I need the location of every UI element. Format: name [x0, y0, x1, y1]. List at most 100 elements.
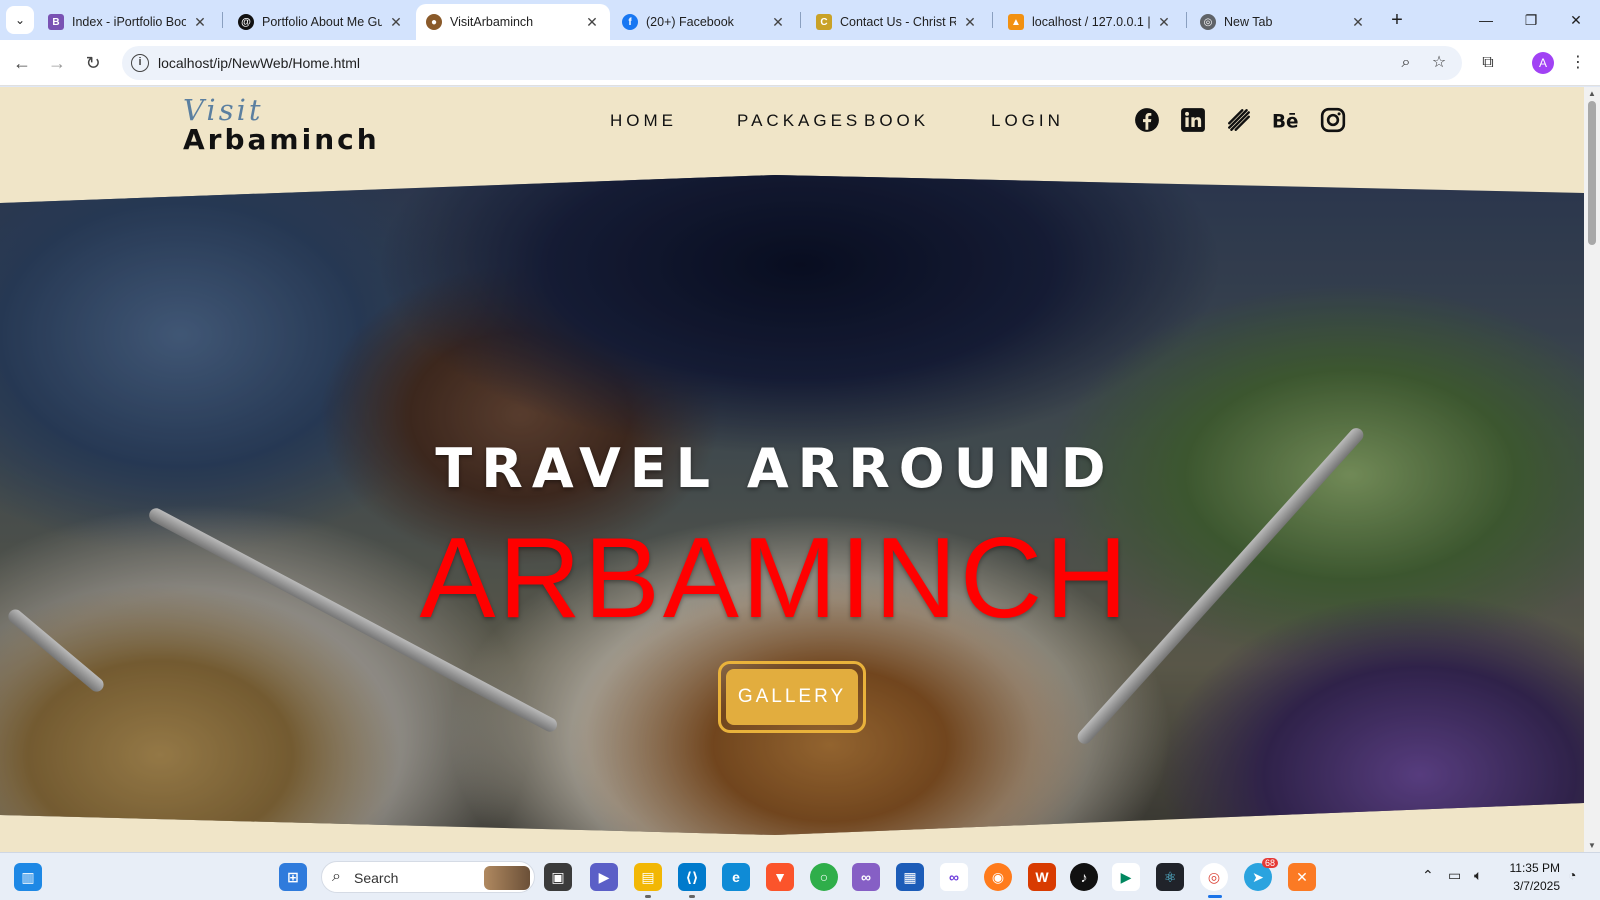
scrollbar-thumb[interactable] [1588, 101, 1596, 245]
android-studio-icon[interactable]: ○ [810, 863, 838, 891]
nav-book[interactable]: BOOK [864, 111, 929, 131]
cr-icon: C [816, 14, 832, 30]
firefox-dev-icon[interactable]: ◉ [984, 863, 1012, 891]
facebook-icon: f [622, 14, 638, 30]
close-icon[interactable]: ✕ [1350, 14, 1366, 31]
facebook-icon[interactable] [1134, 107, 1160, 133]
clock-time: 11:35 PM [1509, 861, 1560, 875]
tab-separator [992, 12, 993, 28]
close-icon[interactable]: ✕ [388, 14, 404, 31]
forward-button[interactable]: → [43, 49, 71, 77]
nav-login[interactable]: LOGIN [991, 111, 1064, 131]
clock-date: 3/7/2025 [1513, 879, 1560, 893]
hero-place-name: ARBAMINCH [419, 515, 1131, 642]
running-indicator [645, 895, 651, 898]
zoom-icon[interactable]: ⌕ [1396, 53, 1416, 73]
close-window-button[interactable]: ✕ [1556, 6, 1596, 34]
threads-icon: @ [238, 14, 254, 30]
tab-strip: ⌄ B Index - iPortfolio Bootst ✕ @ Portfo… [0, 0, 1600, 40]
task-view-icon[interactable]: ▣ [544, 863, 572, 891]
tab-contact-us[interactable]: C Contact Us - Christ Ric ✕ [806, 4, 988, 40]
new-tab-button[interactable]: + [1384, 8, 1410, 34]
arrow-right-icon: → [48, 53, 66, 73]
search-highlight-image [484, 866, 530, 890]
vscode-icon[interactable]: ⟨⟩ [678, 863, 706, 891]
phpmyadmin-icon: ▲ [1008, 14, 1024, 30]
restore-button[interactable]: ❐ [1511, 6, 1551, 34]
close-icon[interactable]: ✕ [192, 14, 208, 31]
tab-new-tab[interactable]: ◎ New Tab ✕ [1190, 4, 1376, 40]
logo-script-text: Visit [183, 93, 264, 127]
address-bar[interactable]: i localhost/ip/NewWeb/Home.html ⌕ ☆ [122, 46, 1462, 80]
tab-portfolio-guide[interactable]: @ Portfolio About Me Gu ✕ [228, 4, 414, 40]
office-icon[interactable]: W [1028, 863, 1056, 891]
bookmark-star-icon[interactable]: ☆ [1429, 53, 1449, 73]
behance-icon[interactable]: Bē [1272, 107, 1298, 133]
visual-studio-icon[interactable]: ∞ [852, 863, 880, 891]
chrome-icon: ◎ [1200, 14, 1216, 30]
store-icon[interactable]: ▦ [896, 863, 924, 891]
notification-icon[interactable]: ◔ [1568, 867, 1576, 883]
brave-icon[interactable]: ▼ [766, 863, 794, 891]
close-icon[interactable]: ✕ [584, 14, 600, 31]
scroll-up-icon[interactable]: ▲ [1584, 89, 1600, 98]
tiktok-icon[interactable]: ♪ [1070, 863, 1098, 891]
page-viewport: Visit Arbaminch HOME PACKAGES BOOK LOGIN… [0, 87, 1584, 852]
chrome-icon[interactable]: ◎ [1200, 863, 1228, 891]
chevron-up-icon[interactable]: ⌃ [1422, 867, 1434, 884]
tab-iportfolio[interactable]: B Index - iPortfolio Bootst ✕ [38, 4, 218, 40]
instagram-icon[interactable] [1320, 107, 1346, 133]
browser-toolbar: ← → ↻ i localhost/ip/NewWeb/Home.html ⌕ … [0, 40, 1600, 86]
windows-taskbar: ▥ ⊞ ⌕ Search ▣ ▶ ▤ ⟨⟩ e ▼ ○ ∞ ▦ ∞ ◉ W ♪ … [0, 852, 1600, 900]
close-icon[interactable]: ✕ [962, 14, 978, 31]
telegram-badge: 68 [1262, 858, 1279, 868]
gallery-button-label: GALLERY [726, 669, 858, 725]
minimize-button[interactable]: — [1466, 6, 1506, 34]
widgets-icon[interactable]: ▥ [14, 863, 42, 891]
back-button[interactable]: ← [8, 49, 36, 77]
file-explorer-icon[interactable]: ▤ [634, 863, 662, 891]
taskbar-search[interactable]: ⌕ Search [321, 861, 535, 893]
play-store-icon[interactable]: ▶ [1112, 863, 1140, 891]
tab-visitarbaminch[interactable]: ● VisitArbaminch ✕ [416, 4, 610, 40]
search-icon: ⌕ [332, 868, 341, 885]
logo-name-text: Arbaminch [183, 123, 380, 156]
linkedin-icon[interactable] [1180, 107, 1206, 133]
hero-section: TRAVEL ARROUND ARBAMINCH GALLERY [0, 175, 1584, 835]
profile-avatar[interactable]: A [1532, 52, 1554, 74]
site-icon: ● [426, 14, 442, 30]
extensions-icon[interactable]: ⧉ [1478, 53, 1498, 73]
tab-phpmyadmin[interactable]: ▲ localhost / 127.0.0.1 | p ✕ [998, 4, 1182, 40]
arrow-left-icon: ← [13, 53, 31, 73]
gallery-button[interactable]: GALLERY [718, 661, 866, 733]
xampp-icon[interactable]: ✕ [1288, 863, 1316, 891]
scroll-down-icon[interactable]: ▼ [1584, 841, 1600, 850]
tab-separator [1186, 12, 1187, 28]
tab-separator [800, 12, 801, 28]
close-icon[interactable]: ✕ [1156, 14, 1172, 31]
page-scrollbar[interactable]: ▲ ▼ [1584, 87, 1600, 852]
chevron-down-icon: ⌄ [14, 13, 26, 27]
meta-icon[interactable]: ∞ [940, 863, 968, 891]
tab-separator [222, 12, 223, 28]
teams-icon[interactable]: ▶ [590, 863, 618, 891]
react-icon[interactable]: ⚛ [1156, 863, 1184, 891]
tab-search-button[interactable]: ⌄ [6, 6, 34, 34]
nav-packages[interactable]: PACKAGES [737, 111, 861, 131]
reload-button[interactable]: ↻ [79, 49, 107, 77]
running-indicator [689, 895, 695, 898]
info-icon[interactable]: i [131, 54, 149, 72]
stackshare-icon[interactable] [1226, 107, 1252, 133]
svg-text:Bē: Bē [1272, 112, 1298, 133]
site-logo[interactable]: Visit Arbaminch [183, 95, 380, 155]
close-icon[interactable]: ✕ [770, 14, 786, 31]
tab-facebook[interactable]: f (20+) Facebook ✕ [612, 4, 796, 40]
bootstrap-icon: B [48, 14, 64, 30]
taskbar-clock[interactable]: 11:35 PM 3/7/2025 [1456, 859, 1560, 895]
url-text[interactable]: localhost/ip/NewWeb/Home.html [158, 55, 360, 71]
menu-icon[interactable]: ⋮ [1568, 53, 1588, 73]
nav-home[interactable]: HOME [610, 111, 677, 131]
plus-icon: + [1391, 9, 1403, 31]
edge-icon[interactable]: e [722, 863, 750, 891]
start-icon[interactable]: ⊞ [279, 863, 307, 891]
